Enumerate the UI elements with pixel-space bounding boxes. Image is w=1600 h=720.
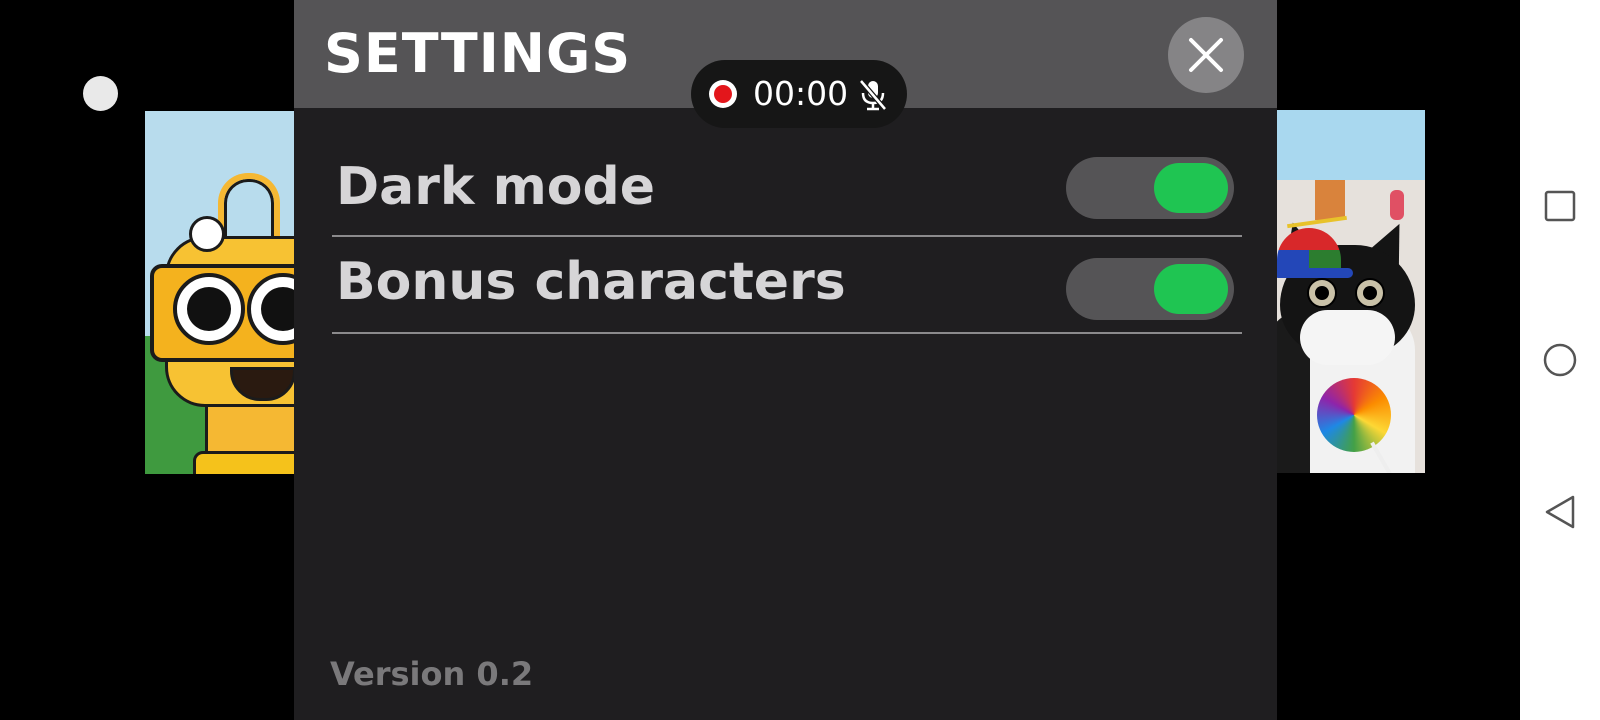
character-antenna-ball: [189, 216, 225, 252]
settings-title: SETTINGS: [324, 22, 632, 85]
wall-poster: [1390, 190, 1404, 220]
propeller-hat-brim: [1273, 268, 1353, 278]
recents-button[interactable]: [1540, 186, 1580, 226]
bonus-characters-toggle[interactable]: [1066, 258, 1234, 320]
character-eye: [173, 273, 245, 345]
cat-eye: [1307, 278, 1337, 308]
back-button[interactable]: [1540, 492, 1580, 532]
mic-muted-icon[interactable]: [857, 78, 889, 112]
cat-muzzle: [1300, 310, 1395, 365]
dark-mode-toggle[interactable]: [1066, 157, 1234, 219]
character-card-left[interactable]: [145, 111, 295, 474]
circle-icon: [1543, 343, 1577, 377]
system-navigation-bar: [1520, 0, 1600, 720]
cat-eye: [1355, 278, 1385, 308]
character-card-right[interactable]: [1255, 110, 1425, 473]
recording-timer: 00:00: [753, 74, 849, 113]
setting-row-bonus-characters: Bonus characters: [332, 240, 1242, 334]
record-icon: [709, 80, 737, 108]
screen-recording-indicator[interactable]: 00:00: [691, 60, 907, 128]
wall-poster: [1315, 180, 1345, 220]
character-base: [193, 451, 295, 474]
home-button[interactable]: [1540, 340, 1580, 380]
setting-label-bonus-characters: Bonus characters: [336, 252, 846, 312]
version-label: Version 0.2: [330, 655, 534, 693]
triangle-back-icon: [1545, 495, 1575, 529]
setting-row-dark-mode: Dark mode: [332, 145, 1242, 237]
square-icon: [1544, 190, 1576, 222]
app-screen: SETTINGS Dark mode Bonus characters Vers…: [0, 0, 1520, 720]
close-icon: [1189, 38, 1223, 72]
status-dot: [83, 76, 118, 111]
lollipop: [1317, 378, 1391, 452]
setting-label-dark-mode: Dark mode: [336, 157, 655, 217]
toggle-knob: [1154, 264, 1228, 314]
close-button[interactable]: [1168, 17, 1244, 93]
toggle-knob: [1154, 163, 1228, 213]
